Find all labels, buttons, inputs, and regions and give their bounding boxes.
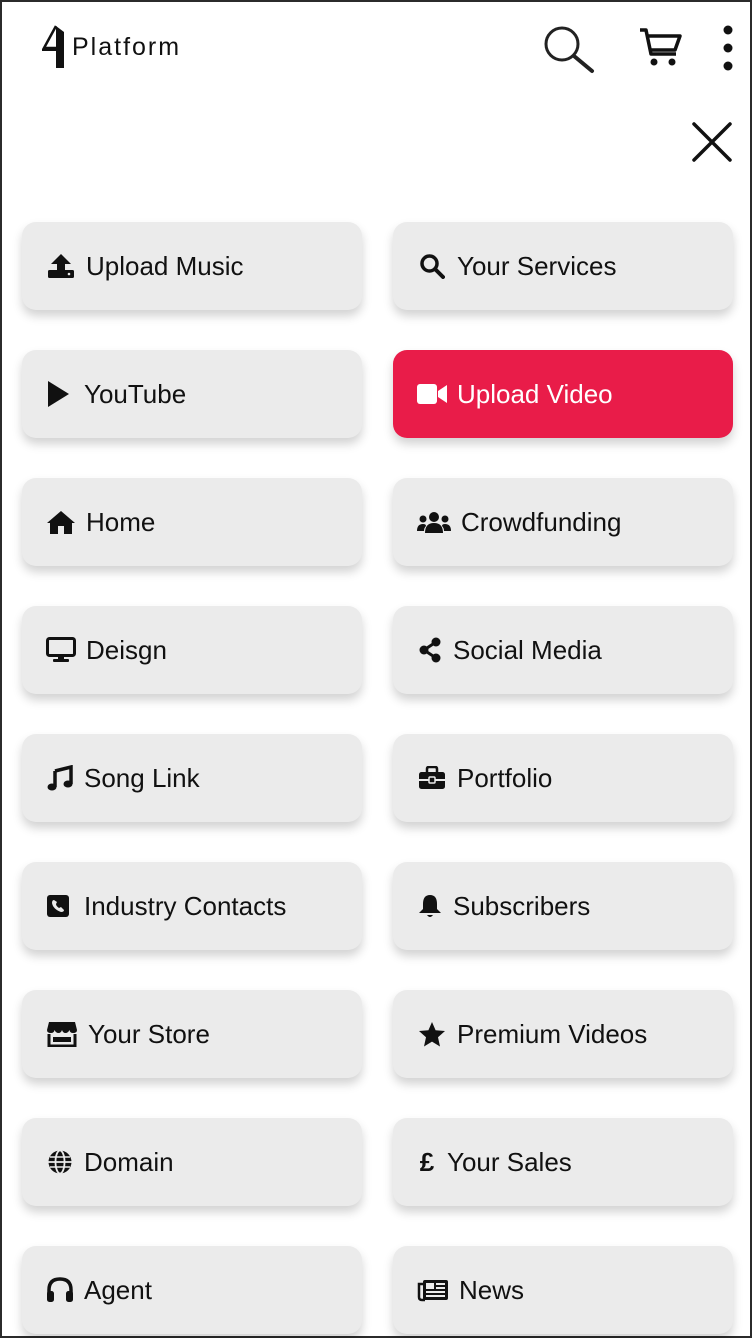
- more-vertical-icon[interactable]: [720, 24, 736, 72]
- menu-item-label: Domain: [84, 1146, 174, 1177]
- menu-item-label: Song Link: [84, 762, 200, 793]
- desktop-icon: [46, 635, 76, 665]
- users-icon: [417, 507, 451, 537]
- menu-item-label: Industry Contacts: [84, 890, 287, 921]
- menu-item-home[interactable]: Home: [22, 478, 362, 566]
- menu-item-agent[interactable]: Agent: [22, 1246, 362, 1334]
- share-icon: [417, 635, 443, 665]
- menu-item-domain[interactable]: Domain: [22, 1118, 362, 1206]
- menu-item-label: YouTube: [84, 378, 187, 409]
- menu-item-label: Upload Video: [457, 378, 613, 409]
- menu-item-portfolio[interactable]: Portfolio: [393, 734, 733, 822]
- menu-item-label: Agent: [84, 1274, 152, 1305]
- menu-item-label: Subscribers: [453, 890, 591, 921]
- menu-item-label: Home: [86, 506, 156, 537]
- bell-icon: [417, 891, 443, 921]
- menu-item-label: Premium Videos: [457, 1018, 648, 1049]
- briefcase-icon: [417, 763, 447, 793]
- menu-item-industry-contacts[interactable]: Industry Contacts: [22, 862, 362, 950]
- video-camera-icon: [417, 379, 447, 409]
- star-icon: [417, 1019, 447, 1049]
- menu-item-youtube[interactable]: YouTube: [22, 350, 362, 438]
- menu-item-your-sales[interactable]: £ Your Sales: [393, 1118, 733, 1206]
- menu-item-label: Your Sales: [447, 1146, 572, 1177]
- music-note-icon: [46, 763, 74, 793]
- menu-item-social-media[interactable]: Social Media: [393, 606, 733, 694]
- menu-item-upload-video[interactable]: Upload Video: [393, 350, 733, 438]
- headphones-icon: [46, 1275, 74, 1305]
- stylized-4-logo-icon: [41, 25, 64, 68]
- home-icon: [46, 507, 76, 537]
- newspaper-icon: [417, 1275, 449, 1305]
- brand-logo[interactable]: Platform: [40, 24, 181, 70]
- upload-icon: [46, 251, 76, 281]
- search-icon: [417, 251, 447, 281]
- menu-grid: Upload Music Your Services YouTube Uploa…: [22, 222, 734, 1334]
- cart-icon[interactable]: [638, 26, 684, 68]
- globe-icon: [46, 1147, 74, 1177]
- menu-item-crowdfunding[interactable]: Crowdfunding: [393, 478, 733, 566]
- menu-item-label: Social Media: [453, 634, 602, 665]
- close-menu-button[interactable]: [690, 120, 734, 164]
- brand-name: Platform: [72, 32, 182, 61]
- menu-item-label: Deisgn: [86, 634, 167, 665]
- pound-icon: £: [417, 1147, 437, 1177]
- menu-item-subscribers[interactable]: Subscribers: [393, 862, 733, 950]
- menu-item-label: Your Services: [457, 250, 617, 281]
- menu-item-label: Portfolio: [457, 762, 553, 793]
- store-icon: [46, 1019, 78, 1049]
- menu-item-label: Crowdfunding: [461, 506, 622, 537]
- menu-item-news[interactable]: News: [393, 1246, 733, 1334]
- menu-item-your-store[interactable]: Your Store: [22, 990, 362, 1078]
- menu-item-label: Your Store: [88, 1018, 210, 1049]
- menu-item-design[interactable]: Deisgn: [22, 606, 362, 694]
- menu-item-your-services[interactable]: Your Services: [393, 222, 733, 310]
- menu-item-label: News: [459, 1274, 525, 1305]
- app-header: Platform: [2, 2, 750, 102]
- menu-item-label: Upload Music: [86, 250, 244, 281]
- pound-glyph: £: [419, 1147, 435, 1177]
- menu-item-song-link[interactable]: Song Link: [22, 734, 362, 822]
- play-icon: [46, 379, 70, 409]
- phone-square-icon: [46, 891, 70, 921]
- menu-item-upload-music[interactable]: Upload Music: [22, 222, 362, 310]
- menu-item-premium-videos[interactable]: Premium Videos: [393, 990, 733, 1078]
- search-icon[interactable]: [542, 24, 596, 74]
- close-icon: [692, 122, 732, 162]
